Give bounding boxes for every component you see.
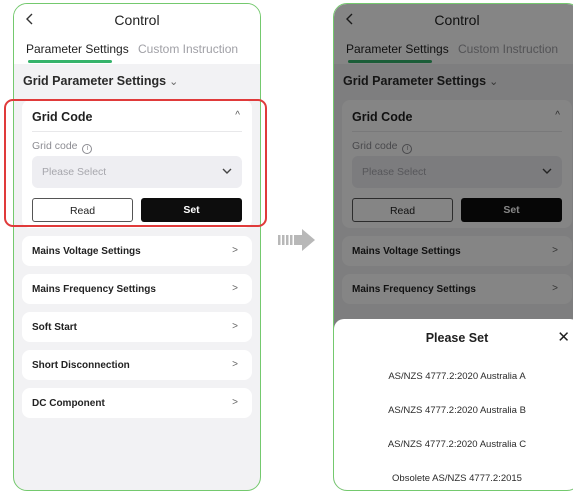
row-label: Mains Frequency Settings <box>32 284 156 295</box>
grid-code-option[interactable]: AS/NZS 4777.2:2020 Australia C <box>334 439 573 450</box>
page-title: Control <box>114 12 160 28</box>
section-header[interactable]: Grid Parameter Settings ⌄ <box>23 74 178 88</box>
row-label: Soft Start <box>32 322 77 333</box>
phone-screen-right: Control Parameter Settings Custom Instru… <box>333 3 573 491</box>
row-label: Short Disconnection <box>32 360 130 371</box>
row-soft-start[interactable]: Soft Start > <box>22 312 252 342</box>
row-dc-component[interactable]: DC Component > <box>22 388 252 418</box>
grid-code-option[interactable]: AS/NZS 4777.2:2020 Australia A <box>334 371 573 382</box>
chevron-right-icon: > <box>232 397 238 408</box>
chevron-down-icon: ⌄ <box>169 76 179 88</box>
row-label: Mains Voltage Settings <box>32 246 141 257</box>
row-short-disconnection[interactable]: Short Disconnection > <box>22 350 252 380</box>
arrow-right-icon <box>278 229 315 251</box>
row-label: DC Component <box>32 398 105 409</box>
row-mains-frequency-settings[interactable]: Mains Frequency Settings > <box>22 274 252 304</box>
row-mains-voltage-settings[interactable]: Mains Voltage Settings > <box>22 236 252 266</box>
sheet-title: Please Set <box>425 331 489 345</box>
chevron-right-icon: > <box>232 359 238 370</box>
tab-parameter-settings[interactable]: Parameter Settings <box>26 42 129 56</box>
grid-code-option[interactable]: AS/NZS 4777.2:2020 Australia B <box>334 405 573 416</box>
chevron-right-icon: > <box>232 245 238 256</box>
active-tab-underline <box>28 60 112 63</box>
top-bar: Control <box>14 4 260 36</box>
tab-bar: Parameter Settings Custom Instruction <box>14 36 260 64</box>
phone-screen-left: Control Parameter Settings Custom Instru… <box>13 3 261 491</box>
tab-custom-instruction[interactable]: Custom Instruction <box>138 42 238 56</box>
chevron-right-icon: > <box>232 283 238 294</box>
section-title: Grid Parameter Settings <box>23 74 167 88</box>
close-icon[interactable]: ✕ <box>557 328 570 346</box>
bottom-sheet: Please Set ✕ AS/NZS 4777.2:2020 Australi… <box>334 319 573 490</box>
chevron-right-icon: > <box>232 321 238 332</box>
grid-code-option[interactable]: Obsolete AS/NZS 4777.2:2015 <box>334 473 573 484</box>
highlight-box <box>4 99 267 227</box>
